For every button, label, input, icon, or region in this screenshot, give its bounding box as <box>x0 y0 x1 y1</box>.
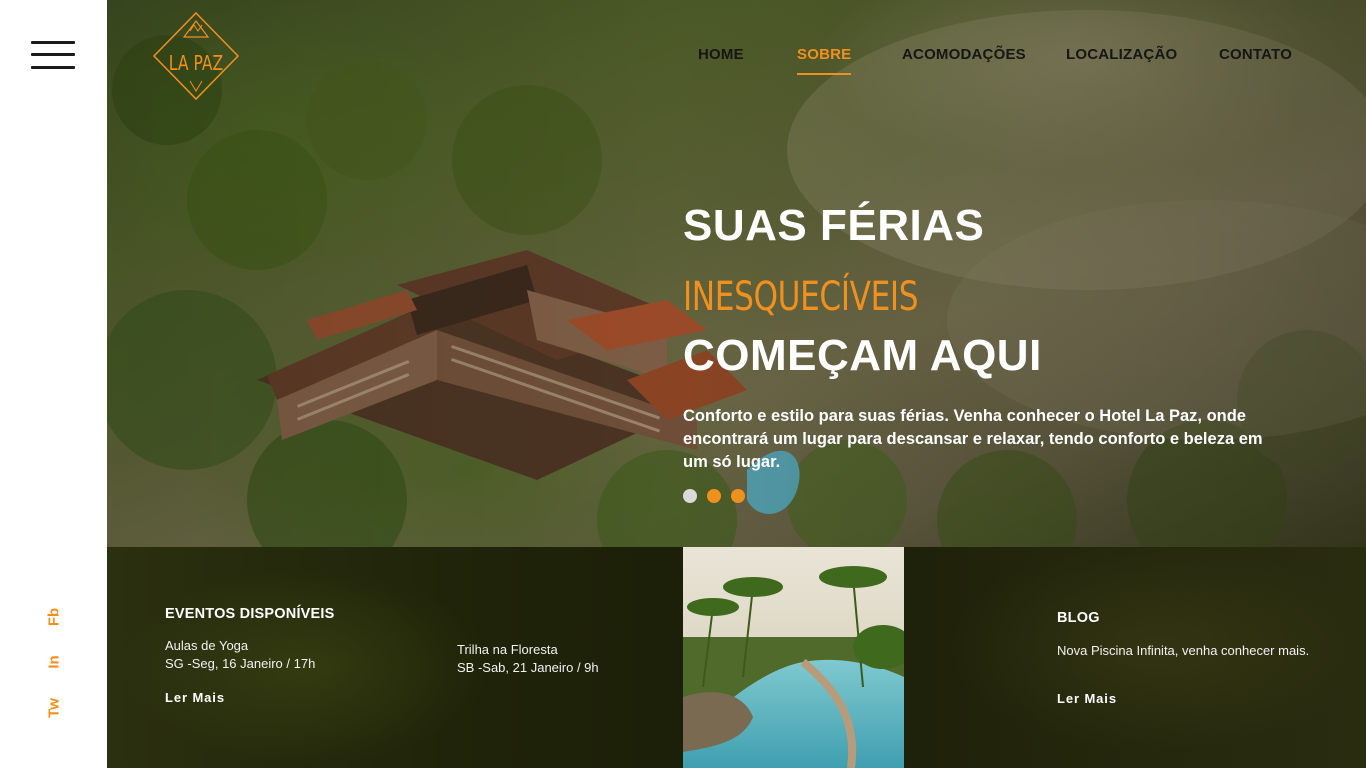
blog-title: BLOG <box>1057 610 1100 626</box>
event-2-date: SB -Sab, 21 Janeiro / 9h <box>457 660 599 675</box>
blog-text: Nova Piscina Infinita, venha conhecer ma… <box>1057 643 1310 658</box>
headline-line-3: COMEÇAM AQUI <box>683 331 1042 380</box>
nav-sobre[interactable]: SOBRE <box>797 46 852 75</box>
event-1-date: SG -Seg, 16 Janeiro / 17h <box>165 656 316 671</box>
headline-line-2: INESQUECÍVEIS <box>683 274 919 320</box>
facebook-link[interactable]: Fb <box>46 608 63 626</box>
hero-description: Conforto e estilo para suas férias. Venh… <box>683 407 1263 471</box>
events-title: EVENTOS DISPONÍVEIS <box>165 606 335 622</box>
nav-acomodacoes[interactable]: ACOMODAÇÕES <box>902 46 1026 63</box>
slider-dot-2[interactable] <box>707 489 721 503</box>
blog-read-more-link[interactable]: Ler Mais <box>1057 691 1117 706</box>
main-nav: HOME SOBRE ACOMODAÇÕES LOCALIZAÇÃO CONTA… <box>0 46 1366 78</box>
hero-headline: SUAS FÉRIAS INESQUECÍVEIS COMEÇAM AQUI <box>683 200 1283 382</box>
twitter-link[interactable]: Tw <box>46 698 63 718</box>
slider-dot-3[interactable] <box>731 489 745 503</box>
nav-home[interactable]: HOME <box>698 46 744 63</box>
event-2-name: Trilha na Floresta <box>457 642 558 657</box>
events-read-more-link[interactable]: Ler Mais <box>165 690 225 705</box>
nav-localizacao[interactable]: LOCALIZAÇÃO <box>1066 46 1177 63</box>
infinity-pool-image[interactable] <box>683 547 904 768</box>
nav-contato[interactable]: CONTATO <box>1219 46 1292 63</box>
menu-bar <box>31 41 75 44</box>
slider-dot-1[interactable] <box>683 489 697 503</box>
event-1-name: Aulas de Yoga <box>165 638 249 653</box>
linkedin-link[interactable]: In <box>46 655 63 668</box>
headline-line-1: SUAS FÉRIAS <box>683 201 985 250</box>
left-sidebar: Fb In Tw <box>0 0 107 768</box>
